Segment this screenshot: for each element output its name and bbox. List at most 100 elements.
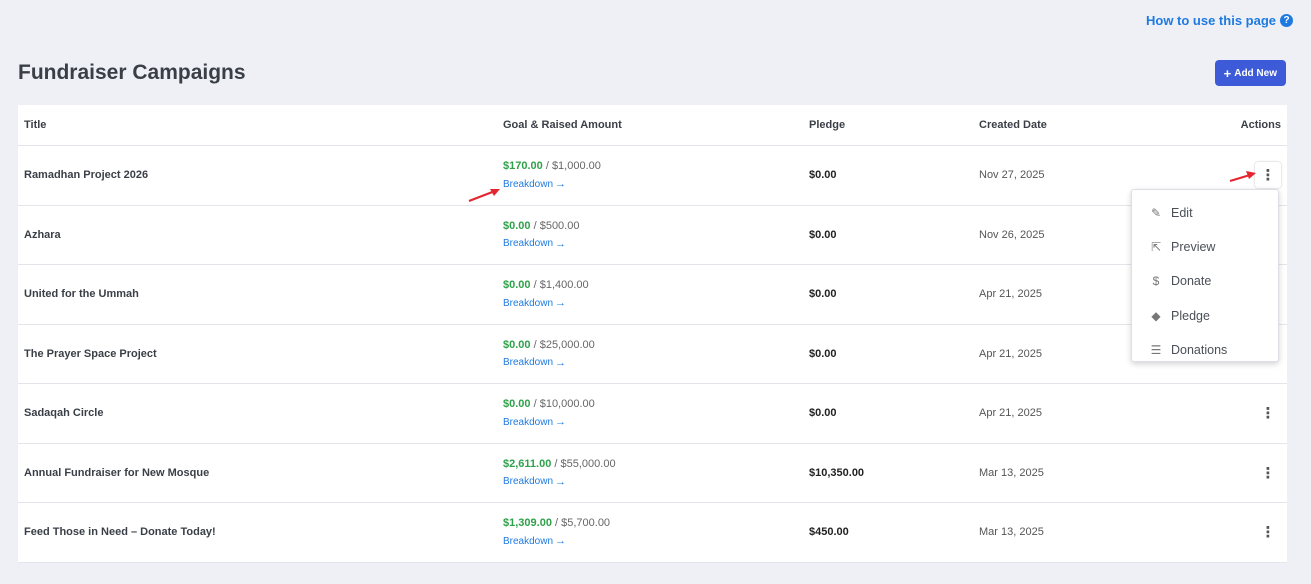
question-circle-icon: ? [1280,14,1293,27]
breakdown-link[interactable]: Breakdown → [503,178,601,190]
breakdown-label: Breakdown [503,297,554,309]
edit-icon: ✎ [1150,206,1162,221]
created-date: Apr 21, 2025 [979,288,1042,301]
breakdown-link[interactable]: Breakdown → [503,297,589,309]
menu-item-preview[interactable]: ⇱ Preview [1132,230,1278,264]
campaigns-table: Title Goal & Raised Amount Pledge Create… [18,105,1287,563]
arrow-right-icon: → [555,475,567,488]
goal-amount: / $55,000.00 [554,457,616,470]
pledge-amount: $10,350.00 [809,466,865,479]
raised-amount: $2,611.00 [503,457,552,470]
table-row: United for the Ummah $0.00 / $1,400.00 B… [18,265,1287,325]
raised-amount: $0.00 [503,219,531,232]
arrow-right-icon: → [555,416,567,429]
breakdown-link[interactable]: Breakdown → [503,238,579,250]
actions-dropdown-menu: ✎ Edit ⇱ Preview $ Donate ◆ Pledge ☰ Don… [1131,189,1279,362]
table-row: Feed Those in Need – Donate Today! $1,30… [18,503,1287,563]
kebab-menu-icon[interactable]: ⋮ [1255,460,1281,486]
goal-amount: / $1,400.00 [533,279,589,292]
plus-icon: + [1223,65,1232,81]
arrow-right-icon: → [555,237,567,250]
table-row: The Prayer Space Project $0.00 / $25,000… [18,325,1287,384]
goal-cell: $0.00 / $25,000.00 Breakdown → [503,339,595,369]
campaign-title: Sadaqah Circle [24,407,104,420]
kebab-menu-icon[interactable]: ⋮ [1255,519,1281,545]
breakdown-link[interactable]: Breakdown → [503,357,595,369]
annotation-arrow-actions [1229,171,1256,183]
campaign-title: Ramadhan Project 2026 [24,169,149,182]
menu-item-pledge[interactable]: ◆ Pledge [1132,299,1278,333]
created-date: Nov 26, 2025 [979,228,1045,241]
menu-item-label: Donations [1171,342,1228,357]
campaign-title: United for the Ummah [24,288,139,301]
kebab-menu-icon[interactable]: ⋮ [1255,400,1281,426]
pledge-amount: $0.00 [809,347,837,360]
arrow-right-icon: → [555,178,567,191]
created-date: Mar 13, 2025 [979,466,1044,479]
handshake-icon: ◆ [1151,308,1161,323]
table-row: Annual Fundraiser for New Mosque $2,611.… [18,444,1287,503]
breakdown-link[interactable]: Breakdown → [503,535,610,547]
goal-cell: $2,611.00 / $55,000.00 Breakdown → [503,458,616,488]
menu-item-label: Edit [1171,206,1193,221]
breakdown-link[interactable]: Breakdown → [503,416,595,428]
pledge-amount: $0.00 [809,169,837,182]
annotation-arrow-breakdown [468,189,500,203]
goal-amount: / $10,000.00 [533,398,595,411]
campaign-title: The Prayer Space Project [24,347,157,360]
pledge-amount: $0.00 [809,228,837,241]
goal-amount: / $25,000.00 [533,338,595,351]
breakdown-label: Breakdown [503,416,554,428]
goal-cell: $0.00 / $10,000.00 Breakdown → [503,398,595,428]
goal-amount: / $5,700.00 [555,517,611,530]
table-row: Azhara $0.00 / $500.00 Breakdown → $0.00 … [18,206,1287,265]
menu-item-label: Pledge [1171,308,1210,323]
pledge-amount: $450.00 [809,526,849,539]
breakdown-label: Breakdown [503,238,554,250]
page-title: Fundraiser Campaigns [18,61,246,84]
list-icon: ☰ [1150,342,1162,357]
external-link-icon: ⇱ [1150,240,1162,255]
arrow-right-icon: → [555,356,567,369]
table-row: Ramadhan Project 2026 $170.00 / $1,000.0… [18,146,1287,206]
header-pledge: Pledge [809,119,846,131]
help-link-label: How to use this page [1145,13,1276,28]
raised-amount: $0.00 [503,398,531,411]
menu-item-label: Preview [1171,240,1216,255]
raised-amount: $1,309.00 [503,517,552,530]
add-new-label: Add New [1234,67,1277,79]
goal-cell: $0.00 / $500.00 Breakdown → [503,220,579,250]
breakdown-label: Breakdown [503,476,554,488]
pledge-amount: $0.00 [809,407,837,420]
pledge-amount: $0.00 [809,288,837,301]
table-header-row: Title Goal & Raised Amount Pledge Create… [18,105,1287,146]
campaign-title: Annual Fundraiser for New Mosque [24,466,210,479]
created-date: Apr 21, 2025 [979,347,1042,360]
created-date: Mar 13, 2025 [979,526,1044,539]
campaign-title: Feed Those in Need – Donate Today! [24,526,216,539]
menu-item-donate[interactable]: $ Donate [1132,264,1278,298]
goal-cell: $1,309.00 / $5,700.00 Breakdown → [503,517,610,547]
kebab-menu-icon[interactable]: ⋮ [1255,162,1281,189]
goal-cell: $0.00 / $1,400.00 Breakdown → [503,279,589,309]
created-date: Apr 21, 2025 [979,407,1042,420]
breakdown-label: Breakdown [503,357,554,369]
menu-item-donations[interactable]: ☰ Donations [1132,333,1278,367]
table-row: Sadaqah Circle $0.00 / $10,000.00 Breakd… [18,384,1287,444]
breakdown-label: Breakdown [503,535,554,547]
raised-amount: $0.00 [503,338,531,351]
campaign-title: Azhara [24,228,61,241]
raised-amount: $170.00 [503,160,543,173]
donate-hand-icon: $ [1152,274,1160,289]
goal-cell: $170.00 / $1,000.00 Breakdown → [503,160,601,190]
menu-item-edit[interactable]: ✎ Edit [1132,196,1278,230]
add-new-button[interactable]: + Add New [1214,60,1286,86]
breakdown-link[interactable]: Breakdown → [503,476,616,488]
created-date: Nov 27, 2025 [979,169,1045,182]
arrow-right-icon: → [555,535,567,548]
arrow-right-icon: → [555,297,567,310]
header-actions: Actions [1240,119,1281,131]
help-link[interactable]: How to use this page ? [1146,13,1293,28]
goal-amount: / $1,000.00 [545,160,601,173]
menu-item-label: Donate [1171,274,1212,289]
